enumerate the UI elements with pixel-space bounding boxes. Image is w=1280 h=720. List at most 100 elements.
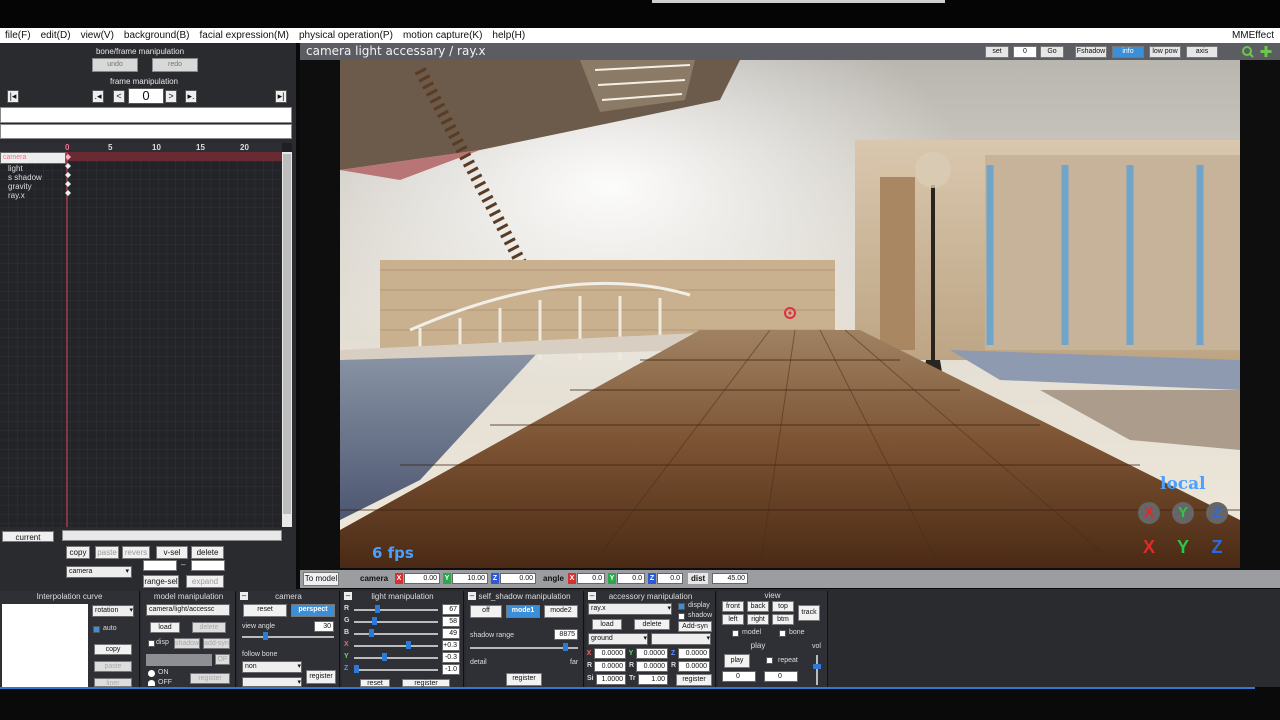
acc-si-input[interactable]: 1.0000 bbox=[596, 674, 626, 685]
move-z-icon[interactable]: Z bbox=[1206, 536, 1228, 558]
on-radio[interactable] bbox=[148, 670, 155, 677]
prev-frame-button[interactable]: < bbox=[113, 90, 125, 103]
follow-bone-select[interactable]: non ▾ bbox=[242, 661, 302, 673]
undo-button[interactable]: undo bbox=[92, 58, 138, 72]
light-x-knob[interactable] bbox=[406, 641, 411, 649]
light-y-input[interactable]: -0.3 bbox=[442, 652, 460, 663]
camera-x-input[interactable]: 0.00 bbox=[404, 573, 440, 584]
model-sub-select[interactable] bbox=[146, 654, 212, 666]
follow-bone-sub-select[interactable]: ▾ bbox=[242, 677, 302, 687]
acc-ry-input[interactable]: 0.0000 bbox=[636, 661, 668, 672]
redo-button[interactable]: redo bbox=[152, 58, 198, 72]
frame-number-input[interactable]: 0 bbox=[128, 88, 164, 104]
track-light[interactable]: light bbox=[0, 164, 66, 173]
view-angle-input[interactable]: 30 bbox=[314, 621, 334, 632]
reverse-button[interactable]: revers bbox=[122, 546, 150, 559]
move-y-icon[interactable]: Y bbox=[1172, 536, 1194, 558]
angle-x-input[interactable]: 0.0 bbox=[577, 573, 605, 584]
menu-motion-capture[interactable]: motion capture(K) bbox=[398, 30, 487, 41]
3d-scene-render[interactable] bbox=[340, 60, 1240, 568]
accessory-collapse-button[interactable]: – bbox=[588, 592, 596, 600]
repeat-checkbox[interactable] bbox=[766, 657, 773, 664]
angle-z-input[interactable]: 0.0 bbox=[657, 573, 683, 584]
show-model-checkbox[interactable] bbox=[732, 630, 739, 637]
menu-help[interactable]: help(H) bbox=[487, 30, 530, 41]
light-g-knob[interactable] bbox=[372, 617, 377, 625]
off-radio[interactable] bbox=[148, 680, 155, 686]
perspective-button[interactable]: perspect bbox=[291, 604, 335, 617]
shadow-collapse-button[interactable]: – bbox=[468, 592, 476, 600]
timeline[interactable]: 0 5 10 15 20 camera light s shadow gravi… bbox=[0, 143, 292, 527]
rotate-gizmo[interactable]: X Y Z bbox=[1138, 502, 1234, 524]
rotate-y-icon[interactable]: Y bbox=[1172, 502, 1194, 524]
go-button[interactable]: Go bbox=[1040, 46, 1064, 58]
prev-key-button[interactable]: .◂ bbox=[92, 90, 104, 103]
rotation-select[interactable]: rotation ▾ bbox=[92, 605, 134, 617]
track-camera[interactable]: camera bbox=[0, 152, 66, 164]
accessory-shadow-checkbox[interactable] bbox=[678, 613, 685, 620]
light-x-input[interactable]: +0.3 bbox=[442, 640, 460, 651]
track-gravity[interactable]: gravity bbox=[0, 182, 66, 191]
camera-register-button[interactable]: register bbox=[306, 670, 336, 684]
accessory-addsyn-button[interactable]: Add-syn bbox=[678, 621, 712, 632]
accessory-register-button[interactable]: register bbox=[676, 674, 712, 686]
range-sel-button[interactable]: range-sel bbox=[143, 575, 179, 588]
model-addsyn-button[interactable]: add-syn bbox=[203, 638, 230, 649]
play-to-input[interactable]: 0 bbox=[764, 671, 798, 682]
light-reset-button[interactable]: reset bbox=[360, 679, 390, 687]
set-button[interactable]: set bbox=[985, 46, 1009, 58]
parent-select[interactable]: ground ▾ bbox=[588, 633, 648, 645]
acc-rx-input[interactable]: 0.0000 bbox=[594, 661, 626, 672]
disp-checkbox[interactable] bbox=[148, 640, 155, 647]
parent-bone-select[interactable]: ▾ bbox=[651, 633, 711, 645]
range-from-input[interactable] bbox=[143, 560, 177, 571]
delete-button[interactable]: delete bbox=[191, 546, 224, 559]
camera-y-input[interactable]: 10.00 bbox=[452, 573, 488, 584]
low-pow-button[interactable]: low pow bbox=[1149, 46, 1181, 58]
zoom-icon[interactable] bbox=[1240, 44, 1276, 59]
light-register-button[interactable]: register bbox=[402, 679, 450, 687]
light-g-slider[interactable] bbox=[354, 621, 438, 623]
rotate-z-icon[interactable]: Z bbox=[1206, 502, 1228, 524]
angle-y-input[interactable]: 0.0 bbox=[617, 573, 645, 584]
view-back-button[interactable]: back bbox=[747, 601, 769, 612]
shadow-range-knob[interactable] bbox=[563, 643, 568, 651]
light-r-slider[interactable] bbox=[354, 609, 438, 611]
accessory-select[interactable]: ray.x ▾ bbox=[588, 603, 672, 615]
light-b-knob[interactable] bbox=[369, 629, 374, 637]
menu-facial-expression[interactable]: facial expression(M) bbox=[195, 30, 294, 41]
light-g-input[interactable]: 58 bbox=[442, 616, 460, 627]
interp-copy-button[interactable]: copy bbox=[94, 644, 132, 655]
light-z-input[interactable]: -1.0 bbox=[442, 664, 460, 675]
menu-edit[interactable]: edit(D) bbox=[36, 30, 76, 41]
light-b-input[interactable]: 49 bbox=[442, 628, 460, 639]
track-self-shadow[interactable]: s shadow bbox=[0, 173, 66, 182]
next-key-button[interactable]: ▸. bbox=[185, 90, 197, 103]
light-x-slider[interactable] bbox=[354, 645, 438, 647]
model-delete-button[interactable]: delete bbox=[192, 622, 226, 633]
view-bottom-button[interactable]: btm bbox=[772, 614, 794, 625]
play-button[interactable]: play bbox=[724, 654, 750, 668]
acc-y-input[interactable]: 0.0000 bbox=[636, 648, 668, 659]
interp-paste-button[interactable]: paste bbox=[94, 661, 132, 672]
acc-tr-input[interactable]: 1.00 bbox=[638, 674, 668, 685]
camera-collapse-button[interactable]: – bbox=[240, 592, 248, 600]
track-ray-x[interactable]: ray.x bbox=[0, 191, 66, 200]
timeline-scrollbar[interactable] bbox=[282, 152, 292, 527]
menu-physical-operation[interactable]: physical operation(P) bbox=[294, 30, 398, 41]
view-angle-slider[interactable] bbox=[242, 636, 334, 638]
current-button[interactable]: current bbox=[2, 531, 54, 542]
to-model-button[interactable]: To model bbox=[303, 572, 339, 586]
scrollbar-thumb[interactable] bbox=[283, 154, 291, 514]
light-r-knob[interactable] bbox=[375, 605, 380, 613]
model-op-button[interactable]: OP bbox=[215, 654, 230, 665]
copy-button[interactable]: copy bbox=[66, 546, 90, 559]
acc-rz-input[interactable]: 0.0000 bbox=[678, 661, 710, 672]
light-y-knob[interactable] bbox=[382, 653, 387, 661]
view-left-button[interactable]: left bbox=[722, 614, 744, 625]
camera-z-input[interactable]: 0.00 bbox=[500, 573, 536, 584]
first-frame-button[interactable]: |◂ bbox=[7, 90, 19, 103]
model-shadow-button[interactable]: shadow bbox=[174, 638, 200, 649]
rotate-x-icon[interactable]: X bbox=[1138, 502, 1160, 524]
volume-knob[interactable] bbox=[813, 664, 821, 669]
